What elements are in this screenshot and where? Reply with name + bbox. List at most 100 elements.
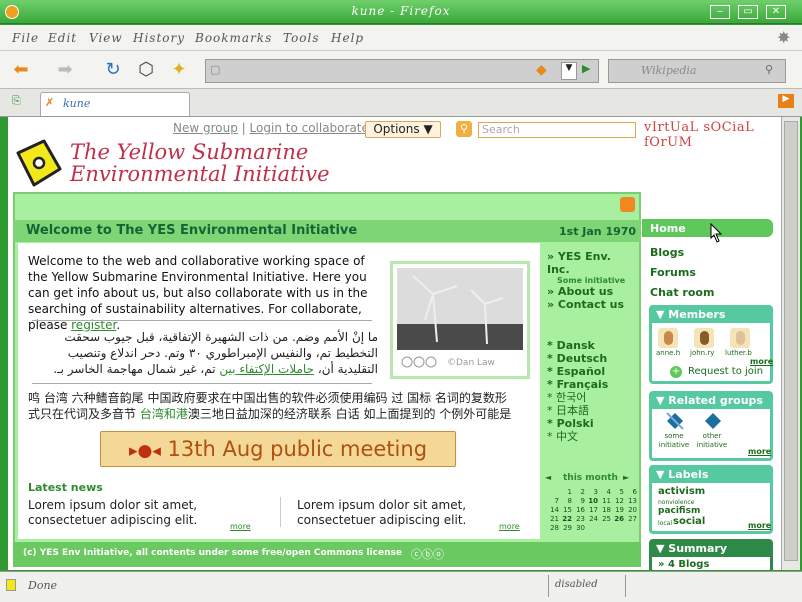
org-link-contact[interactable]: » Contact us [547,298,637,311]
menu-tools[interactable]: Tools [283,31,320,45]
meeting-banner[interactable]: ▸●◂ 13th Aug public meeting [100,431,456,467]
nav-home[interactable]: Home [642,219,773,237]
calendar-day[interactable]: 22 [560,515,572,523]
calendar-day[interactable]: 9 [573,497,585,505]
org-link-about[interactable]: » About us [547,285,637,298]
calendar-day[interactable]: 15 [560,506,572,514]
language-link[interactable]: * 한국어 [547,391,637,404]
calendar-day[interactable]: 29 [560,524,572,532]
calendar-day[interactable]: 12 [612,497,624,505]
language-link[interactable]: * 中文 [547,430,637,443]
calendar-next-icon[interactable]: ► [623,473,629,482]
go-icon[interactable]: ▶ [582,62,590,75]
calendar-day[interactable]: 11 [599,497,611,505]
avatar[interactable] [694,328,714,348]
window-titlebar[interactable]: kune - Firefox ‒ ▭ ✕ [0,0,802,24]
labels-more-link[interactable]: more [748,521,771,530]
site-search-icon[interactable]: ⚲ [456,121,472,137]
members-more-link[interactable]: more [750,357,773,366]
labels-title[interactable]: ▼ Labels [652,468,770,483]
forward-icon[interactable]: ➡ [52,59,78,81]
maximize-button[interactable]: ▭ [738,5,758,19]
news-more-link[interactable]: more [230,522,251,531]
brand-logo[interactable]: vIrtUaL sOCiaL fOrUM [644,120,781,150]
calendar-day[interactable]: 18 [599,506,611,514]
group-logo-icon[interactable] [704,412,722,430]
url-bar[interactable]: ▢ ◆ ▼ ▶ [205,59,599,83]
calendar-day[interactable]: 5 [612,488,624,496]
url-dropdown-icon[interactable]: ▼ [561,62,577,80]
related-group-name[interactable]: some initiative [656,432,692,450]
calendar-day[interactable]: 24 [586,515,598,523]
site-search-input[interactable]: Search [478,122,636,138]
language-link[interactable]: * Dansk [547,339,637,352]
calendar-prev-icon[interactable]: ◄ [545,473,551,482]
avatar[interactable] [658,328,678,348]
chinese-link[interactable]: 台湾和港 [140,407,188,421]
stop-icon[interactable]: ⬡ [133,59,159,81]
new-tab-icon[interactable]: ⎘ [12,94,21,108]
org-link-yes[interactable]: » YES Env. Inc. [547,250,637,276]
related-groups-title[interactable]: ▼ Related groups [652,394,770,409]
member-name[interactable]: anne.h [656,349,680,357]
calendar-day[interactable]: 2 [573,488,585,496]
menu-history[interactable]: History [133,31,185,45]
feed-icon[interactable] [620,197,635,212]
tab-kune[interactable]: ✗ kune [40,92,190,116]
label-tag[interactable]: activism [658,486,705,497]
calendar-day[interactable]: 21 [547,515,559,523]
wind-turbines-photo[interactable]: ©Dan Law [390,261,530,379]
login-link[interactable]: Login to collaborate [250,121,369,135]
language-link[interactable]: * 日本語 [547,404,637,417]
members-title[interactable]: ▼ Members [652,308,770,323]
label-tag[interactable]: nonviolence [658,499,694,506]
calendar-day[interactable]: 20 [625,506,637,514]
new-group-link[interactable]: New group [173,121,238,135]
calendar-day[interactable]: 17 [586,506,598,514]
language-link[interactable]: * Español [547,365,637,378]
group-logo-icon[interactable] [666,412,684,430]
calendar-day[interactable]: 27 [625,515,637,523]
related-group-name[interactable]: other initiative [694,432,730,450]
calendar-day[interactable]: 16 [573,506,585,514]
options-button[interactable]: Options ▼ [365,121,441,138]
calendar-day[interactable]: 6 [625,488,637,496]
member-name[interactable]: luther.b [725,349,752,357]
calendar-day[interactable]: 25 [599,515,611,523]
page-scrollbar[interactable] [781,117,800,570]
reload-icon[interactable]: ↻ [100,59,126,81]
calendar-day[interactable]: 4 [599,488,611,496]
avatar[interactable] [730,328,750,348]
calendar-day[interactable]: 8 [560,497,572,505]
calendar-day[interactable]: 3 [586,488,598,496]
calendar-day[interactable]: 1 [560,488,572,496]
label-tag[interactable]: social [673,516,705,527]
scrollbar-thumb[interactable] [784,121,798,561]
language-link[interactable]: * Deutsch [547,352,637,365]
minimize-button[interactable]: ‒ [710,5,730,19]
calendar-day[interactable]: 26 [612,515,624,523]
menu-bookmarks[interactable]: Bookmarks [195,31,272,45]
calendar-day[interactable]: 13 [625,497,637,505]
cc-license-icon[interactable]: ⓒⓑⓞ [411,546,444,562]
calendar-day[interactable]: 30 [573,524,585,532]
summary-title[interactable]: ▼ Summary [652,542,770,557]
calendar-day[interactable]: 28 [547,524,559,532]
menu-file[interactable]: File [12,31,39,45]
calendar-day[interactable]: 7 [547,497,559,505]
tab-close-icon[interactable]: ▶ [778,94,794,108]
calendar-day[interactable]: 23 [573,515,585,523]
summary-item[interactable]: » 4 Blogs [658,559,709,570]
label-tag[interactable]: pacifism [658,506,700,516]
calendar-day[interactable]: 14 [547,506,559,514]
home-icon[interactable]: ✦ [166,59,192,81]
menu-help[interactable]: Help [331,31,364,45]
nav-forums[interactable]: Forums [650,266,696,279]
menu-view[interactable]: View [89,31,123,45]
back-icon[interactable]: ⬅ [8,59,34,81]
nav-chat-room[interactable]: Chat room [650,286,714,299]
arabic-link[interactable]: حاملات الإكتفاء بين [219,362,314,376]
nav-blogs[interactable]: Blogs [650,246,684,259]
menu-edit[interactable]: Edit [48,31,77,45]
language-link[interactable]: * Polski [547,417,637,430]
